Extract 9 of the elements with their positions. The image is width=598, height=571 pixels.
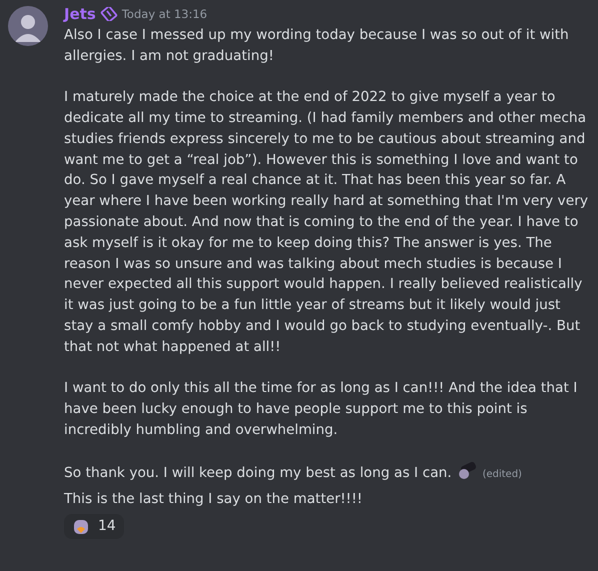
message-text: I want to do only this all the time for as long as I can!!! And the idea that I have been lucky enough to have people support me to this point is incredibly humbling and overwhelming.: [64, 379, 578, 440]
message-text: This is the last thing I say on the matter!!!!: [64, 490, 364, 510]
timestamp: Today at 13:16: [122, 6, 208, 23]
message-text: Also I case I messed up my wording today because I was so out of it with allergies. I am not graduating!: [64, 26, 570, 66]
message-text: I maturely made the choice at the end of 2022 to give myself a year to dedicate all my time to streaming. (I had family members and other mecha studies friends express sincerely to me to be cautious about streaming and want me to get a “real job”). However this is something I love and want to do. So I gave myself a real chance at it. That has been this year so far. A year where I have been working really hard at something that I'm very very passionate about. And now that is coming to the end of the year. I have to ask myself is it okay for me to keep doing this? The answer is yes. The reason I was so unsure and was talking about mech studies is because I never expected all this support would happen. I really believed realistically it was just going to be a fun little year of streams but it likely would just stay a small comfy hobby and I would go back to studying eventually-. But that not what happened at all!!: [64, 88, 590, 357]
reaction-button[interactable]: 14: [64, 514, 124, 539]
edited-label: (edited): [482, 468, 522, 480]
username[interactable]: Jets: [64, 4, 96, 25]
message-text: So thank you. I will keep doing my best as long as I can.: [64, 464, 452, 481]
